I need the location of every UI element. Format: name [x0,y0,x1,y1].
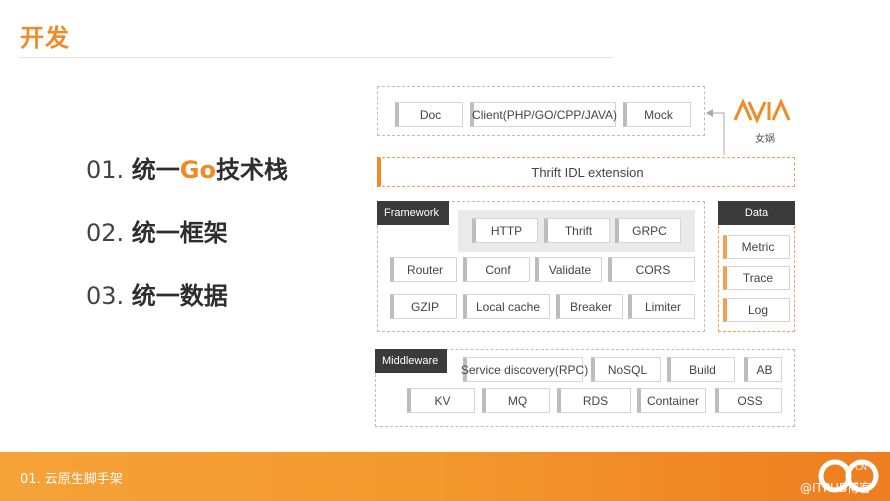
breaker-box: Breaker [556,294,623,319]
grpc-box: GRPC [615,218,681,243]
limiter-box: Limiter [628,294,695,319]
http-box: HTTP [472,218,538,243]
nosql-box: NoSQL [591,357,661,382]
trace-box: Trace [723,266,790,290]
middleware-label: Middleware [375,349,447,373]
footer-logo-text: CN [855,463,867,472]
conf-box: Conf [463,257,530,282]
footer-label: 01. 云原生脚手架 [20,472,123,487]
rds-box: RDS [557,388,631,413]
nuwa-logo-icon [733,98,791,124]
router-box: Router [390,257,457,282]
thrift-idl-extension: Thrift IDL extension [377,157,795,187]
metric-box: Metric [723,235,790,259]
log-box: Log [723,298,790,322]
gzip-box: GZIP [390,294,457,319]
watermark: @ITPUB博客 [800,481,872,495]
container-box: Container [637,388,706,413]
cors-box: CORS [608,257,695,282]
thrift-box: Thrift [544,218,610,243]
local-cache-box: Local cache [463,294,550,319]
footer-bar [0,452,890,501]
oss-box: OSS [715,388,782,413]
mq-box: MQ [482,388,550,413]
framework-label: Framework [377,201,449,225]
ab-box: AB [744,357,782,382]
kv-box: KV [407,388,475,413]
data-label: Data [718,201,795,225]
nuwa-logo-caption: 女娲 [755,134,775,145]
build-box: Build [667,357,735,382]
service-discovery-box: Service discovery(RPC) [461,357,588,382]
validate-box: Validate [535,257,602,282]
